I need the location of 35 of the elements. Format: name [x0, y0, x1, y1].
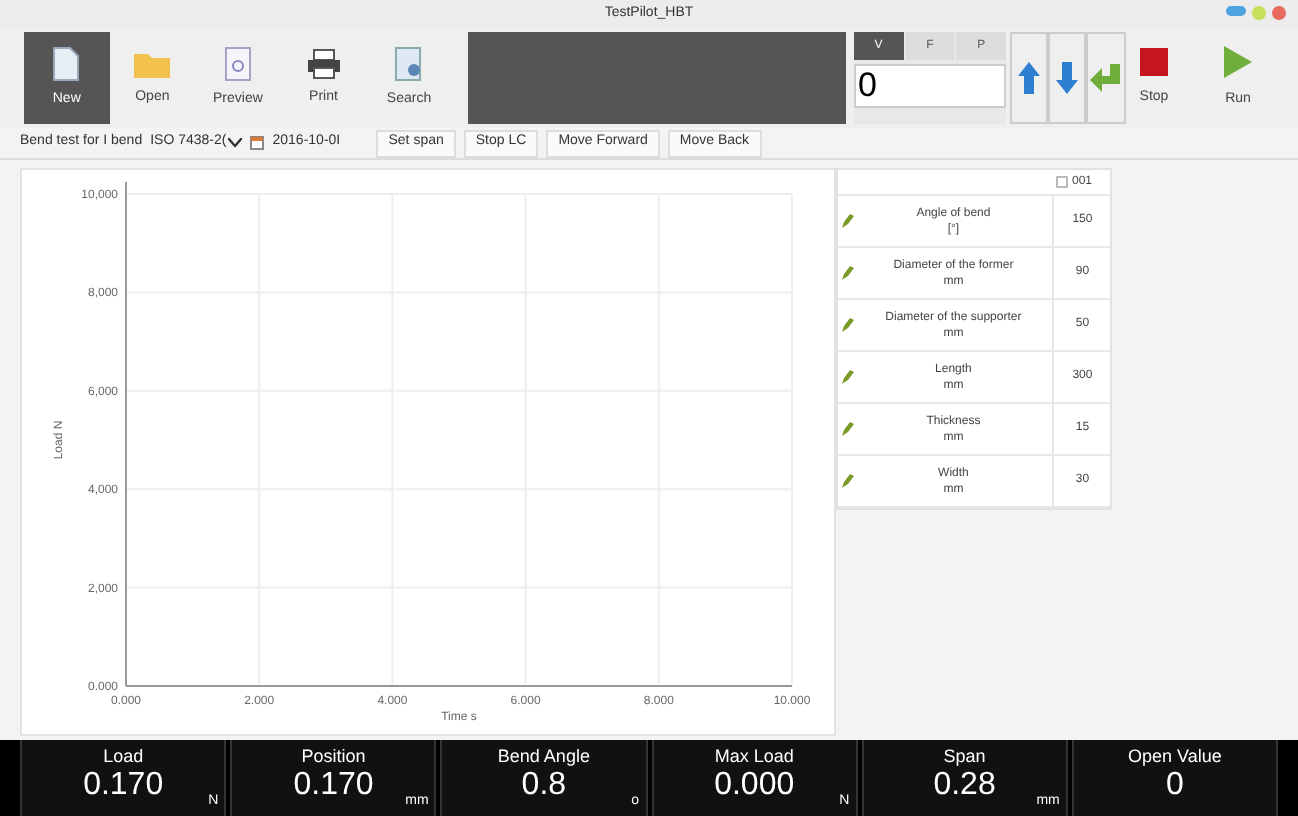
readout-value: 0 — [1165, 768, 1184, 804]
up-arrow-icon — [1017, 62, 1040, 94]
readout-label: Max Load — [714, 744, 794, 768]
readout-value: 0.000 — [714, 768, 795, 804]
readout-label: Load — [103, 744, 144, 768]
readout-label: Bend Angle — [497, 744, 590, 768]
readout-value: 0.8 — [521, 768, 567, 804]
readout-label: Open Value — [1128, 744, 1222, 768]
readout-value: 0.170 — [293, 768, 374, 804]
pencil-icon[interactable] — [842, 474, 854, 488]
readout-value: 0.170 — [83, 768, 164, 804]
close-button[interactable] — [1272, 6, 1286, 20]
enter-arrow-icon — [1090, 64, 1121, 92]
play-icon — [1224, 45, 1252, 78]
down-arrow-icon — [1055, 62, 1078, 94]
pencil-icon[interactable] — [842, 214, 854, 228]
minimize-button[interactable] — [1226, 6, 1246, 16]
readout-label: Position — [301, 744, 366, 768]
pencil-icon[interactable] — [842, 266, 854, 280]
calendar-icon — [250, 136, 265, 150]
document-icon — [52, 45, 81, 82]
chevron-icon — [228, 138, 243, 148]
pencil-icon[interactable] — [842, 318, 854, 332]
printer-icon — [305, 47, 342, 80]
up-button[interactable] — [1009, 32, 1048, 124]
stop-icon — [1140, 47, 1168, 76]
readout-value: 0.28 — [933, 768, 996, 804]
enter-button[interactable] — [1085, 32, 1126, 124]
column-checkbox[interactable] — [1056, 176, 1068, 188]
value-field[interactable]: 0 — [853, 64, 1006, 108]
pencil-icon[interactable] — [842, 370, 854, 384]
down-button[interactable] — [1047, 32, 1086, 124]
page-icon — [223, 45, 252, 82]
pencil-icon[interactable] — [842, 422, 854, 436]
readout-label: Span — [943, 744, 986, 768]
